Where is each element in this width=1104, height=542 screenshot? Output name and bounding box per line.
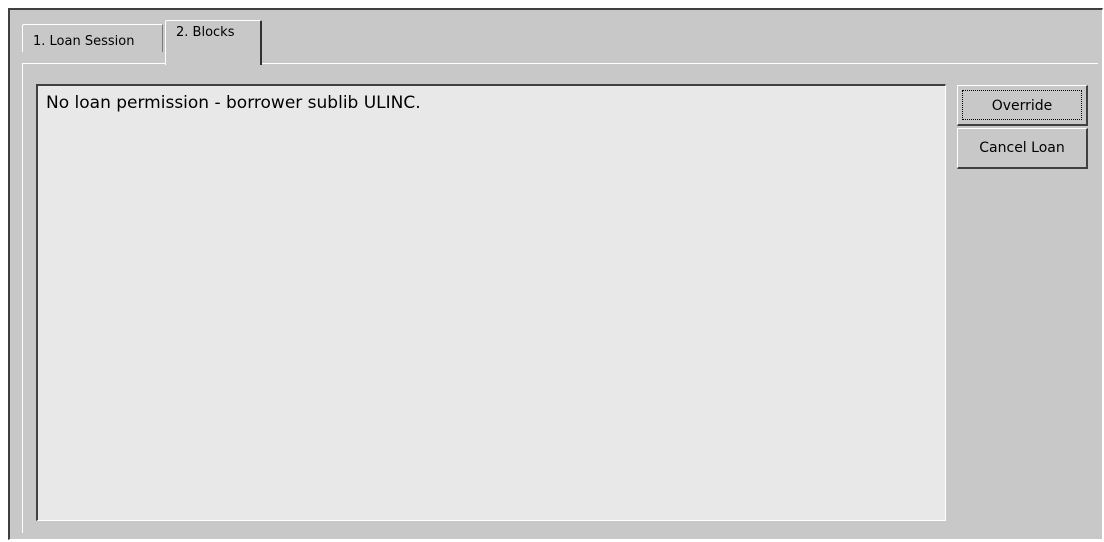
tab-loan-session-label: 1. Loan Session <box>33 34 135 49</box>
tab-loan-session[interactable]: 1. Loan Session <box>22 24 163 52</box>
tab-blocks-label: 2. Blocks <box>176 25 235 40</box>
override-button-label: Override <box>962 90 1082 120</box>
cancel-loan-button[interactable]: Cancel Loan <box>957 128 1088 169</box>
tab-blocks[interactable]: 2. Blocks <box>165 20 262 65</box>
cancel-loan-button-label: Cancel Loan <box>979 140 1065 156</box>
override-button[interactable]: Override <box>957 85 1088 126</box>
block-message-box[interactable]: No loan permission - borrower sublib ULI… <box>36 84 946 521</box>
block-message-text: No loan permission - borrower sublib ULI… <box>46 93 421 113</box>
